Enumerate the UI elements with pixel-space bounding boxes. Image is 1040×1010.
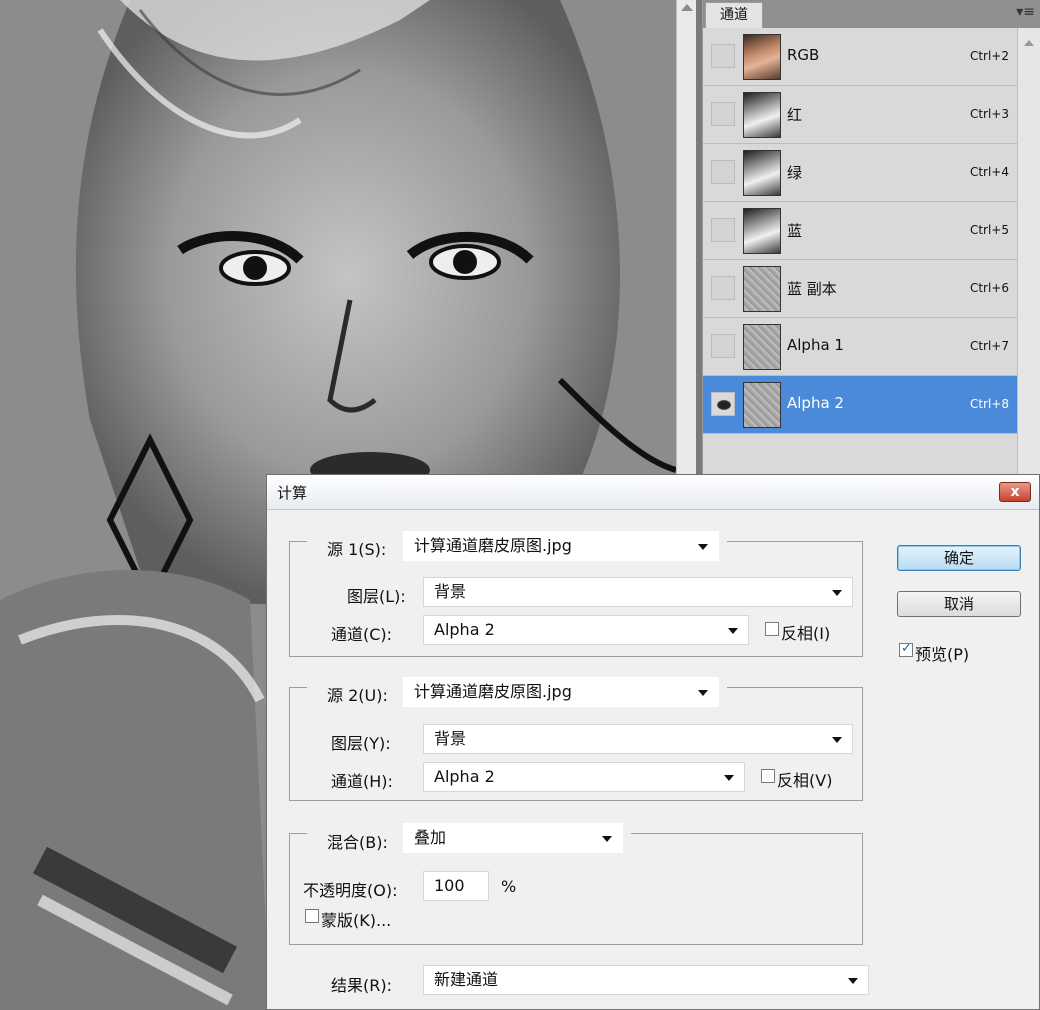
dialog-title: 计算 bbox=[277, 484, 308, 502]
chevron-down-icon bbox=[698, 544, 708, 550]
channel-row[interactable]: Alpha 2 Ctrl+8 bbox=[703, 376, 1017, 434]
source2-file-select[interactable]: 计算通道磨皮原图.jpg bbox=[403, 677, 719, 707]
channel-row[interactable]: 绿 Ctrl+4 bbox=[703, 144, 1017, 202]
chevron-down-icon bbox=[832, 737, 842, 743]
visibility-toggle[interactable] bbox=[711, 276, 735, 300]
cancel-button[interactable]: 取消 bbox=[897, 591, 1021, 617]
source2-invert-checkbox[interactable] bbox=[761, 769, 775, 783]
channel-name: 绿 bbox=[787, 164, 803, 182]
scroll-up-arrow-icon[interactable] bbox=[1024, 40, 1034, 46]
chevron-down-icon bbox=[698, 690, 708, 696]
opacity-value: 100 bbox=[434, 876, 465, 895]
source1-file-value: 计算通道磨皮原图.jpg bbox=[414, 536, 572, 555]
channel-shortcut: Ctrl+5 bbox=[969, 223, 1009, 237]
source2-invert-label: 反相(V) bbox=[777, 771, 833, 790]
channel-thumbnail bbox=[743, 324, 781, 370]
close-button[interactable]: x bbox=[999, 482, 1031, 502]
source1-layer-value: 背景 bbox=[434, 582, 467, 601]
channel-thumbnail bbox=[743, 382, 781, 428]
channel-thumbnail bbox=[743, 266, 781, 312]
scroll-up-arrow-icon[interactable] bbox=[681, 4, 693, 11]
channels-panel: 通道 ▾≡ RGB Ctrl+2 红 Ctrl+3 绿 Ctrl+4 蓝 Ctrl+5 蓝 副本… bbox=[702, 0, 1040, 480]
channel-name: 红 bbox=[787, 106, 803, 124]
source1-channel-label: 通道(C): bbox=[331, 625, 393, 644]
opacity-label: 不透明度(O): bbox=[303, 881, 398, 900]
visibility-toggle[interactable] bbox=[711, 392, 735, 416]
channel-shortcut: Ctrl+6 bbox=[969, 281, 1009, 295]
source2-layer-select[interactable]: 背景 bbox=[423, 724, 853, 754]
opacity-unit: % bbox=[501, 877, 517, 896]
source1-label: 源 1(S): bbox=[327, 540, 387, 559]
channel-row[interactable]: 蓝 副本 Ctrl+6 bbox=[703, 260, 1017, 318]
mask-checkbox[interactable] bbox=[305, 909, 319, 923]
tab-channels[interactable]: 通道 bbox=[705, 2, 763, 28]
chevron-down-icon bbox=[602, 836, 612, 842]
chevron-down-icon bbox=[848, 978, 858, 984]
source1-invert-label: 反相(I) bbox=[781, 624, 831, 643]
blend-mode-select[interactable]: 叠加 bbox=[403, 823, 623, 853]
channel-list: RGB Ctrl+2 红 Ctrl+3 绿 Ctrl+4 蓝 Ctrl+5 蓝 副本 Ctrl+6… bbox=[703, 28, 1017, 434]
panel-scrollbar[interactable] bbox=[1017, 28, 1040, 480]
preview-label: 预览(P) bbox=[915, 645, 970, 664]
result-label: 结果(R): bbox=[331, 976, 392, 995]
close-icon: x bbox=[1010, 484, 1020, 500]
source1-file-select[interactable]: 计算通道磨皮原图.jpg bbox=[403, 531, 719, 561]
channel-name: RGB bbox=[787, 46, 820, 64]
channel-row[interactable]: 红 Ctrl+3 bbox=[703, 86, 1017, 144]
result-select[interactable]: 新建通道 bbox=[423, 965, 869, 995]
channel-shortcut: Ctrl+3 bbox=[969, 107, 1009, 121]
visibility-toggle[interactable] bbox=[711, 218, 735, 242]
source2-label: 源 2(U): bbox=[327, 686, 388, 705]
channel-name: 蓝 bbox=[787, 222, 803, 240]
mask-label[interactable]: 蒙版(K)... bbox=[321, 907, 391, 931]
blend-mode-value: 叠加 bbox=[414, 828, 447, 847]
blend-mode-label: 混合(B): bbox=[327, 833, 388, 852]
channel-thumbnail bbox=[743, 92, 781, 138]
source1-channel-select[interactable]: Alpha 2 bbox=[423, 615, 749, 645]
channel-shortcut: Ctrl+7 bbox=[969, 339, 1009, 353]
channel-shortcut: Ctrl+4 bbox=[969, 165, 1009, 179]
channel-row[interactable]: Alpha 1 Ctrl+7 bbox=[703, 318, 1017, 376]
source1-layer-label: 图层(L): bbox=[347, 587, 406, 606]
channel-row[interactable]: 蓝 Ctrl+5 bbox=[703, 202, 1017, 260]
panel-tab-bar: 通道 ▾≡ bbox=[703, 0, 1040, 28]
source2-channel-label: 通道(H): bbox=[331, 772, 393, 791]
channel-thumbnail bbox=[743, 34, 781, 80]
chevron-down-icon bbox=[728, 628, 738, 634]
source2-file-value: 计算通道磨皮原图.jpg bbox=[414, 682, 572, 701]
chevron-down-icon bbox=[724, 775, 734, 781]
source1-layer-select[interactable]: 背景 bbox=[423, 577, 853, 607]
visibility-toggle[interactable] bbox=[711, 102, 735, 126]
result-value: 新建通道 bbox=[434, 970, 499, 989]
source2-layer-label: 图层(Y): bbox=[331, 734, 391, 753]
source2-channel-value: Alpha 2 bbox=[434, 767, 495, 786]
source1-invert-checkbox[interactable] bbox=[765, 622, 779, 636]
calculations-dialog: 计算 x 源 1(S): 计算通道磨皮原图.jpg 图层(L): 背景 通道(C… bbox=[266, 474, 1040, 1010]
channel-name: Alpha 2 bbox=[787, 394, 844, 412]
check-icon: ✓ bbox=[901, 641, 912, 656]
channel-thumbnail bbox=[743, 150, 781, 196]
source2-channel-select[interactable]: Alpha 2 bbox=[423, 762, 745, 792]
chevron-down-icon bbox=[832, 590, 842, 596]
opacity-input[interactable]: 100 bbox=[423, 871, 489, 901]
channel-shortcut: Ctrl+8 bbox=[969, 397, 1009, 411]
source2-layer-value: 背景 bbox=[434, 729, 467, 748]
visibility-toggle[interactable] bbox=[711, 44, 735, 68]
channel-shortcut: Ctrl+2 bbox=[969, 49, 1009, 63]
dialog-titlebar[interactable]: 计算 x bbox=[267, 475, 1039, 510]
channel-name: 蓝 副本 bbox=[787, 280, 837, 298]
channel-thumbnail bbox=[743, 208, 781, 254]
panel-menu-icon[interactable]: ▾≡ bbox=[1016, 4, 1035, 20]
visibility-toggle[interactable] bbox=[711, 160, 735, 184]
channel-name: Alpha 1 bbox=[787, 336, 844, 354]
visibility-toggle[interactable] bbox=[711, 334, 735, 358]
preview-checkbox[interactable]: ✓ bbox=[899, 641, 913, 657]
source1-channel-value: Alpha 2 bbox=[434, 620, 495, 639]
channel-row[interactable]: RGB Ctrl+2 bbox=[703, 28, 1017, 86]
eye-icon bbox=[717, 400, 731, 410]
ok-button[interactable]: 确定 bbox=[897, 545, 1021, 571]
